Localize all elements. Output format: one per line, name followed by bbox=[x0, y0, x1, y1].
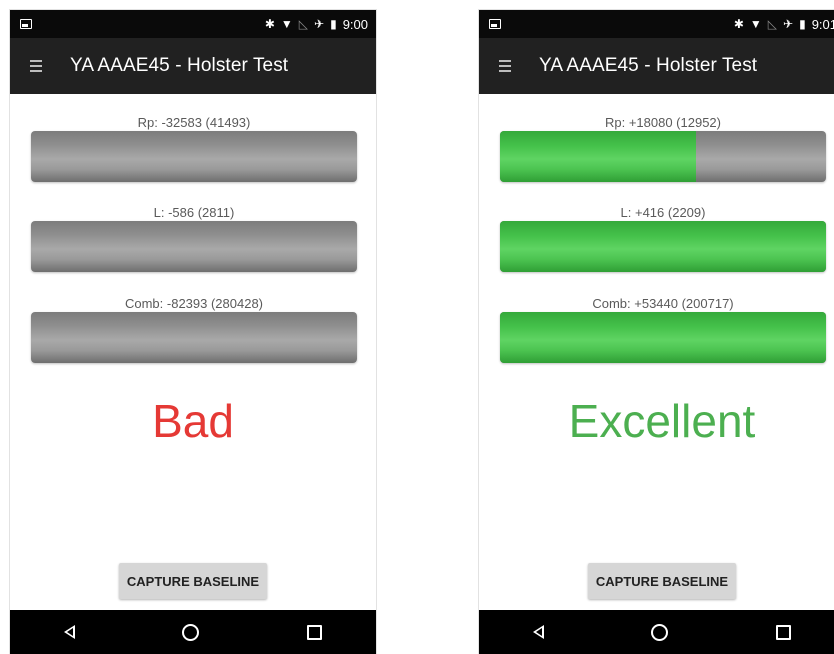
meter-l: L: -586 (2811) bbox=[31, 204, 357, 272]
meter-bar-l bbox=[500, 221, 826, 272]
app-toolbar: YA AAAE45 - Holster Test bbox=[10, 38, 376, 94]
status-time: 9:00 bbox=[342, 16, 368, 32]
meter-fill-comb bbox=[500, 312, 826, 363]
menu-icon[interactable] bbox=[499, 60, 511, 72]
status-icons: ✱ ▼ ◺ ✈ ▮ 9:01 bbox=[734, 17, 834, 32]
meter-fill-rp bbox=[500, 131, 696, 182]
airplane-icon: ✈ bbox=[783, 17, 794, 31]
meter-comb: Comb: -82393 (280428) bbox=[31, 295, 357, 363]
bluetooth-icon: ✱ bbox=[733, 17, 744, 31]
content-area: Rp: -32583 (41493) L: -586 (2811) Comb: … bbox=[10, 94, 376, 599]
phone-screen-left: ✱ ▼ ◺ ✈ ▮ 9:00 YA AAAE45 - Holster Test … bbox=[10, 10, 376, 654]
meter-label-l: L: -586 (2811) bbox=[153, 205, 235, 220]
meter-bar-l bbox=[31, 221, 357, 272]
meter-fill-l bbox=[500, 221, 826, 272]
wifi-icon: ▼ bbox=[280, 17, 293, 31]
app-title: YA AAAE45 - Holster Test bbox=[539, 55, 758, 76]
verdict-text: Excellent bbox=[568, 395, 756, 447]
no-signal-icon: ◺ bbox=[767, 17, 778, 31]
menu-icon[interactable] bbox=[30, 60, 42, 72]
verdict-text: Bad bbox=[152, 395, 234, 447]
capture-baseline-button[interactable]: CAPTURE BASELINE bbox=[119, 563, 267, 599]
meter-label-comb: Comb: +53440 (200717) bbox=[592, 296, 734, 311]
meter-rp: Rp: +18080 (12952) bbox=[500, 114, 826, 182]
status-time: 9:01 bbox=[811, 16, 834, 32]
image-icon bbox=[489, 19, 501, 29]
home-icon[interactable] bbox=[182, 623, 200, 641]
status-bar: ✱ ▼ ◺ ✈ ▮ 9:00 bbox=[10, 10, 376, 38]
content-area: Rp: +18080 (12952) L: +416 (2209) Comb: … bbox=[479, 94, 834, 599]
app-title: YA AAAE45 - Holster Test bbox=[70, 55, 289, 76]
nav-bar bbox=[479, 610, 834, 654]
back-icon[interactable] bbox=[63, 625, 75, 639]
app-toolbar: YA AAAE45 - Holster Test bbox=[479, 38, 834, 94]
back-icon[interactable] bbox=[532, 625, 544, 639]
status-bar: ✱ ▼ ◺ ✈ ▮ 9:01 bbox=[479, 10, 834, 38]
capture-baseline-button[interactable]: CAPTURE BASELINE bbox=[588, 563, 736, 599]
battery-icon: ▮ bbox=[330, 17, 337, 31]
meter-rp: Rp: -32583 (41493) bbox=[31, 114, 357, 182]
nav-bar bbox=[10, 610, 376, 654]
meter-label-rp: Rp: -32583 (41493) bbox=[137, 115, 251, 130]
meter-bar-rp bbox=[31, 131, 357, 182]
no-signal-icon: ◺ bbox=[298, 17, 309, 31]
battery-icon: ▮ bbox=[799, 17, 806, 31]
meter-bar-comb bbox=[500, 312, 826, 363]
meter-bar-rp bbox=[500, 131, 826, 182]
meter-label-rp: Rp: +18080 (12952) bbox=[604, 115, 721, 130]
meter-comb: Comb: +53440 (200717) bbox=[500, 295, 826, 363]
recents-icon[interactable] bbox=[776, 624, 792, 640]
meter-bar-comb bbox=[31, 312, 357, 363]
meter-label-comb: Comb: -82393 (280428) bbox=[124, 296, 264, 311]
meter-l: L: +416 (2209) bbox=[500, 204, 826, 272]
recents-icon[interactable] bbox=[307, 624, 323, 640]
bluetooth-icon: ✱ bbox=[264, 17, 275, 31]
meter-label-l: L: +416 (2209) bbox=[620, 205, 706, 220]
home-icon[interactable] bbox=[651, 623, 669, 641]
wifi-icon: ▼ bbox=[749, 17, 762, 31]
status-icons: ✱ ▼ ◺ ✈ ▮ 9:00 bbox=[265, 17, 368, 32]
image-icon bbox=[20, 19, 32, 29]
phone-screen-right: ✱ ▼ ◺ ✈ ▮ 9:01 YA AAAE45 - Holster Test … bbox=[479, 10, 834, 654]
airplane-icon: ✈ bbox=[314, 17, 325, 31]
